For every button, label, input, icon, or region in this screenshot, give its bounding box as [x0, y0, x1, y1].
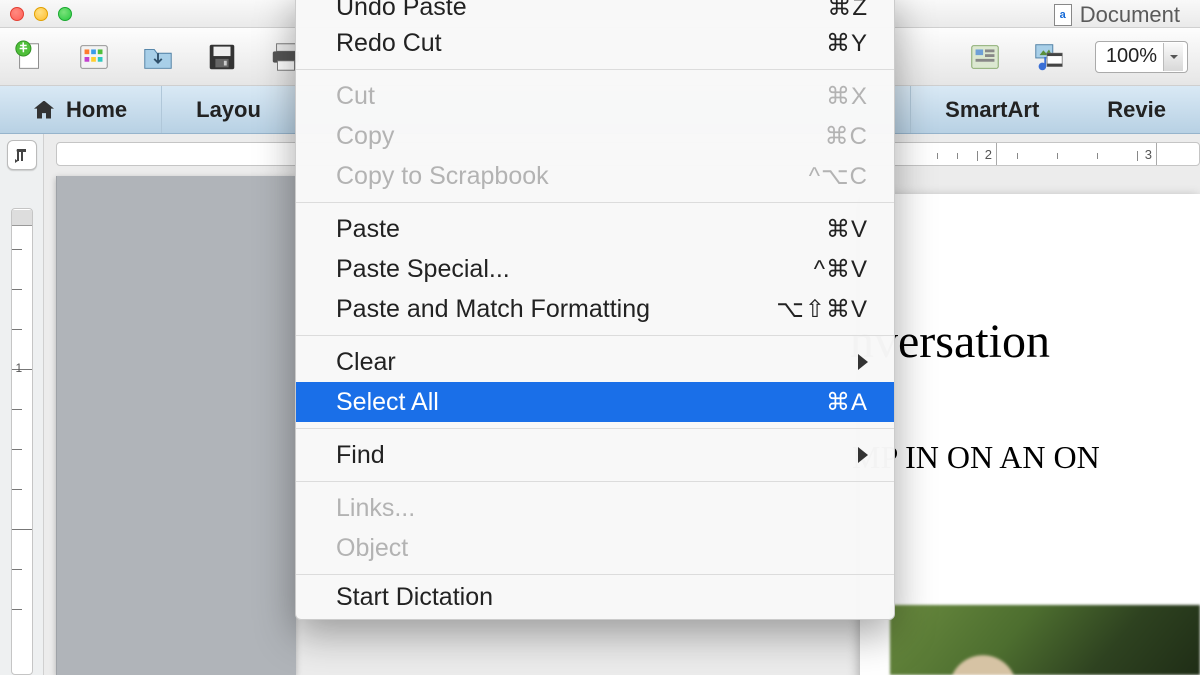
document-image	[890, 605, 1200, 675]
navigation-pane-button[interactable]	[7, 140, 37, 170]
tab-review-label: Revie	[1107, 97, 1166, 123]
menu-redo-cut[interactable]: Redo Cut ⌘Y	[296, 23, 894, 63]
tab-home[interactable]: Home	[0, 86, 162, 133]
vertical-ruler[interactable]: 1	[11, 208, 33, 675]
document-title-area: a Document	[1054, 2, 1180, 28]
zoom-value: 100%	[1106, 45, 1157, 68]
menu-start-dictation[interactable]: Start Dictation	[296, 581, 894, 613]
page-margin-area	[56, 176, 296, 675]
menu-separator	[296, 335, 894, 336]
document-subheading: MP IN ON AN ON	[852, 439, 1200, 476]
menu-undo-paste[interactable]: Undo Paste ⌘Z	[296, 0, 894, 23]
menu-separator	[296, 428, 894, 429]
menu-copy: Copy ⌘C	[296, 116, 894, 156]
tab-smartart[interactable]: SmartArt	[910, 86, 1073, 133]
open-button[interactable]	[140, 39, 176, 75]
window-zoom-button[interactable]	[58, 7, 72, 21]
menu-cut: Cut ⌘X	[296, 76, 894, 116]
media-button[interactable]	[1031, 39, 1067, 75]
menu-paste-special[interactable]: Paste Special... ^⌘V	[296, 249, 894, 289]
new-document-button[interactable]	[12, 39, 48, 75]
tab-layout[interactable]: Layou	[162, 86, 296, 133]
window-minimize-button[interactable]	[34, 7, 48, 21]
hruler-mark-2: 2	[985, 147, 992, 162]
document-icon-letter: a	[1060, 9, 1066, 21]
document-icon: a	[1054, 4, 1072, 26]
menu-separator	[296, 481, 894, 482]
menu-paste[interactable]: Paste ⌘V	[296, 209, 894, 249]
menu-separator	[296, 69, 894, 70]
menu-separator	[296, 574, 894, 575]
menu-clear[interactable]: Clear	[296, 342, 894, 382]
submenu-arrow-icon	[858, 447, 868, 463]
tab-review[interactable]: Revie	[1073, 86, 1200, 133]
document-page[interactable]: nversation MP IN ON AN ON	[860, 194, 1200, 675]
hruler-mark-3: 3	[1145, 147, 1152, 162]
edit-menu: Undo Paste ⌘Z Redo Cut ⌘Y Cut ⌘X Copy ⌘C…	[295, 0, 895, 620]
left-gutter: 1	[0, 134, 44, 675]
menu-paste-match-formatting[interactable]: Paste and Match Formatting ⌥⇧⌘V	[296, 289, 894, 329]
gallery-button[interactable]	[967, 39, 1003, 75]
zoom-control[interactable]: 100%	[1095, 41, 1188, 73]
menu-select-all[interactable]: Select All ⌘A	[296, 382, 894, 422]
tab-home-label: Home	[66, 97, 127, 123]
app-switcher-button[interactable]	[76, 39, 112, 75]
zoom-dropdown-arrow-icon[interactable]	[1163, 43, 1183, 71]
vruler-mark-1: 1	[16, 361, 23, 375]
menu-separator	[296, 202, 894, 203]
submenu-arrow-icon	[858, 354, 868, 370]
menu-object: Object	[296, 528, 894, 568]
tab-smartart-label: SmartArt	[945, 97, 1039, 123]
menu-copy-to-scrapbook: Copy to Scrapbook ^⌥C	[296, 156, 894, 196]
menu-links: Links...	[296, 488, 894, 528]
menu-find[interactable]: Find	[296, 435, 894, 475]
save-button[interactable]	[204, 39, 240, 75]
tab-layout-label: Layou	[196, 97, 261, 123]
document-heading: nversation	[850, 314, 1200, 369]
window-close-button[interactable]	[10, 7, 24, 21]
document-name: Document	[1080, 2, 1180, 28]
